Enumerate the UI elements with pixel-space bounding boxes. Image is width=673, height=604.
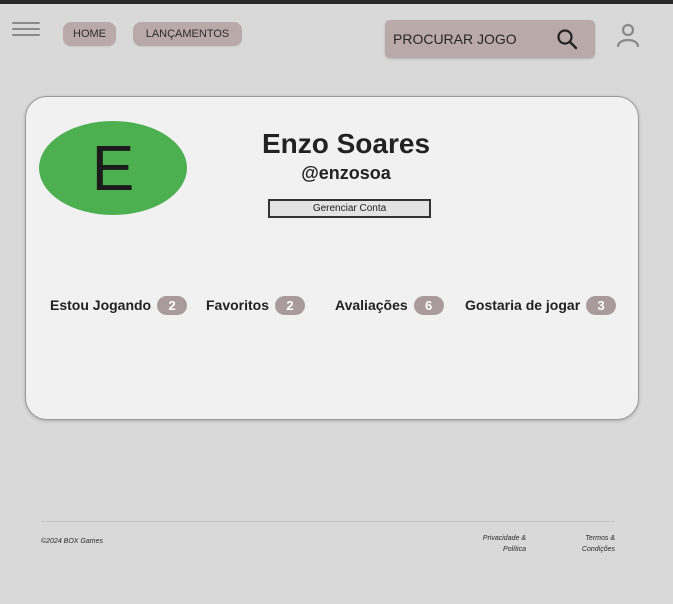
count-badge: 2 <box>157 295 188 315</box>
stat-favorites[interactable]: Favoritos 2 <box>206 295 306 315</box>
stat-reviews[interactable]: Avaliações 6 <box>335 295 444 315</box>
nav-releases-button[interactable]: LANÇAMENTOS <box>133 22 242 46</box>
count-badge: 2 <box>275 295 306 315</box>
count-badge: 6 <box>413 295 444 315</box>
profile-handle: @enzosoa <box>301 163 391 183</box>
footer-privacy-line1: Privacidade & <box>482 535 526 542</box>
footer-terms-line2: Condições <box>581 546 615 553</box>
count-badge: 3 <box>586 295 617 315</box>
profile-name: Enzo Soares <box>261 128 431 159</box>
stat-label: Gostaria de jogar <box>465 297 581 313</box>
profile-card: E Enzo Soares @enzosoa Gerenciar Conta E… <box>25 96 639 420</box>
user-icon[interactable] <box>616 22 640 48</box>
stat-playing[interactable]: Estou Jogando 2 <box>50 295 188 315</box>
footer-copyright: ©2024 BOX Games <box>41 538 103 545</box>
avatar: E <box>39 121 187 215</box>
footer-privacy-line2: Política <box>503 546 526 553</box>
nav-home-button[interactable]: HOME <box>63 22 116 46</box>
search-icon[interactable] <box>556 28 578 50</box>
stat-label: Estou Jogando <box>50 297 152 313</box>
footer-terms-link[interactable]: Termos & Condições <box>560 533 615 555</box>
search-box <box>385 20 595 58</box>
stat-label: Favoritos <box>206 297 270 313</box>
search-input[interactable] <box>393 28 548 50</box>
top-edge-strip <box>0 0 673 4</box>
footer-privacy-link[interactable]: Privacidade & Política <box>470 533 526 555</box>
stat-label: Avaliações <box>335 297 408 313</box>
menu-button[interactable] <box>12 20 40 38</box>
hamburger-menu-icon <box>12 22 40 36</box>
manage-account-button[interactable]: Gerenciar Conta <box>268 199 431 218</box>
footer-terms-line1: Termos & <box>585 535 615 542</box>
footer-divider <box>41 521 615 522</box>
stat-wishlist[interactable]: Gostaria de jogar 3 <box>465 295 617 315</box>
